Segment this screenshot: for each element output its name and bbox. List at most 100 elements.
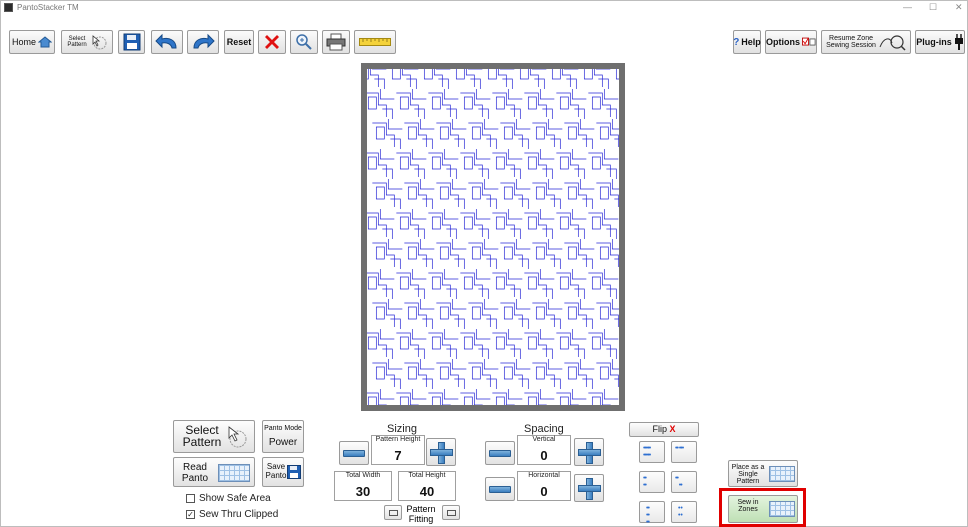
select-pointer-icon	[228, 426, 247, 448]
save-button[interactable]	[118, 30, 145, 54]
options-button[interactable]: Options	[765, 30, 817, 54]
plugins-button[interactable]: Plug-ins	[915, 30, 965, 54]
sew-thru-clipped-option[interactable]: ✓ Sew Thru Clipped	[186, 509, 278, 520]
dots-icon: •• •• ••	[646, 505, 650, 526]
select-pattern-toolbar-button[interactable]: Select Pattern	[61, 30, 113, 54]
zones-pattern-icon	[769, 501, 795, 517]
dots-icon: •• ••	[643, 475, 647, 489]
show-safe-area-label: Show Safe Area	[199, 493, 271, 504]
select-pattern-label: Select Pattern	[182, 423, 222, 449]
show-safe-area-option[interactable]: Show Safe Area	[186, 493, 271, 504]
flip-label: Flip	[652, 424, 667, 434]
sew-in-zones-label: Sew in Zones	[737, 499, 759, 513]
select-pattern-toolbar-label: Select Pattern	[67, 36, 87, 48]
title-bar: PantoStacker TM — ☐ ✕	[1, 1, 968, 15]
pattern-fitting-label: Pattern Fitting	[406, 504, 436, 524]
checkbox-icon	[802, 37, 816, 46]
place-single-pattern-button[interactable]: Place as a Single Pattern	[728, 460, 798, 487]
spacing-header: Spacing	[524, 423, 564, 435]
app-window: PantoStacker TM — ☐ ✕ Home Select Patter…	[0, 0, 968, 527]
close-window-button[interactable]: ✕	[955, 2, 963, 13]
select-pattern-button[interactable]: Select Pattern	[173, 420, 255, 453]
redo-button[interactable]	[187, 30, 219, 54]
plus-icon-bar	[578, 449, 601, 456]
home-label: Home	[11, 37, 36, 47]
vertical-caption: Vertical	[532, 436, 556, 443]
layout-pair-button-1[interactable]: •• ••	[639, 471, 665, 493]
layout-row-button-2[interactable]: •• •••	[671, 441, 697, 463]
red-x-icon	[265, 35, 279, 49]
minimize-button[interactable]: —	[903, 2, 912, 12]
sew-in-zones-button[interactable]: Sew in Zones	[728, 495, 798, 523]
plugins-label: Plug-ins	[916, 37, 952, 47]
layout-column-button-1[interactable]: •• •• ••	[639, 501, 665, 526]
sizing-header: Sizing	[387, 423, 417, 435]
layout-row-button-1[interactable]: ••••• •••••	[639, 441, 665, 463]
save-panto-label: Save Panto	[265, 462, 287, 480]
panto-mode-button[interactable]: Panto Mode Power	[262, 420, 304, 453]
question-mark-icon: ?	[733, 36, 740, 48]
show-safe-area-checkbox[interactable]	[186, 494, 195, 503]
horizontal-spacing-decrease-button[interactable]	[485, 477, 515, 501]
pantograph-pattern	[367, 69, 619, 405]
resume-zone-session-button[interactable]: Resume Zone Sewing Session	[821, 30, 911, 54]
horizontal-caption: Horizontal	[528, 472, 560, 479]
minus-icon	[489, 486, 511, 493]
vertical-spacing-field[interactable]: Vertical 0	[517, 435, 571, 465]
place-single-label: Place as a Single Pattern	[731, 464, 765, 485]
reset-button[interactable]: Reset	[224, 30, 254, 54]
window-title: PantoStacker TM	[17, 3, 79, 12]
vertical-spacing-decrease-button[interactable]	[485, 441, 515, 465]
reset-label: Reset	[226, 37, 252, 47]
fit-frame-icon	[389, 510, 398, 516]
pattern-height-value: 7	[394, 448, 402, 463]
save-panto-button[interactable]: Save Panto	[262, 457, 304, 487]
pattern-fitting-left-button[interactable]	[384, 505, 402, 520]
home-icon	[38, 36, 52, 48]
panto-mode-caption: Panto Mode	[264, 425, 302, 432]
layout-column-button-2[interactable]: • • • •	[671, 501, 697, 523]
fit-frame-icon	[447, 510, 456, 516]
read-panto-label: Read Panto	[181, 462, 209, 484]
sew-thru-clipped-checkbox[interactable]: ✓	[186, 510, 195, 519]
read-panto-button[interactable]: Read Panto	[173, 457, 255, 487]
resume-zone-label: Resume Zone Sewing Session	[826, 35, 876, 49]
pattern-height-field[interactable]: Pattern Height 7	[371, 435, 425, 465]
quilt-canvas[interactable]	[367, 69, 619, 405]
minus-icon	[489, 450, 511, 457]
total-height-field[interactable]: Total Height 40	[398, 471, 456, 501]
total-width-value: 30	[355, 484, 371, 499]
total-height-caption: Total Height	[408, 472, 446, 479]
ruler-icon	[359, 38, 391, 46]
pattern-height-caption: Pattern Height	[375, 436, 421, 443]
magnifier-icon	[296, 34, 312, 50]
printer-icon	[326, 33, 346, 51]
delete-button[interactable]	[258, 30, 286, 54]
undo-icon	[155, 33, 177, 49]
home-button[interactable]: Home	[9, 30, 55, 54]
sewing-needle-icon	[879, 35, 906, 51]
flip-button[interactable]: Flip X	[629, 422, 699, 437]
maximize-button[interactable]: ☐	[929, 2, 937, 13]
help-button[interactable]: ? Help	[733, 30, 761, 54]
layout-pair-button-2[interactable]: •• ••	[671, 471, 697, 493]
pointer-hand-icon	[92, 35, 107, 50]
pattern-height-increase-button[interactable]	[426, 438, 456, 466]
horizontal-spacing-field[interactable]: Horizontal 0	[517, 471, 571, 501]
print-button[interactable]	[322, 30, 350, 54]
dots-icon: •• ••	[675, 475, 683, 489]
flip-x-icon: X	[669, 424, 676, 434]
dots-icon: • • • •	[678, 505, 683, 519]
undo-button[interactable]	[151, 30, 183, 54]
pattern-height-decrease-button[interactable]	[339, 441, 369, 465]
vertical-spacing-increase-button[interactable]	[574, 438, 604, 466]
plug-icon	[954, 34, 963, 50]
dots-icon: ••••• •••••	[643, 445, 651, 459]
ruler-button[interactable]	[354, 30, 396, 54]
total-width-field[interactable]: Total Width 30	[334, 471, 392, 501]
quilt-canvas-frame	[361, 63, 625, 411]
plus-icon-bar	[430, 449, 453, 456]
pattern-fitting-right-button[interactable]	[442, 505, 460, 520]
zoom-button[interactable]	[290, 30, 318, 54]
horizontal-spacing-increase-button[interactable]	[574, 474, 604, 502]
